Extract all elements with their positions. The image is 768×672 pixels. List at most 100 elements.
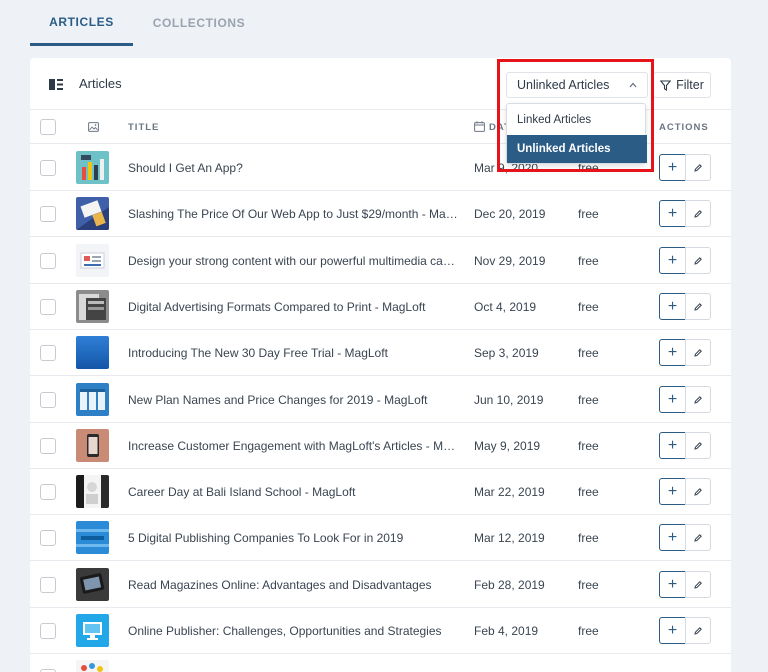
article-title[interactable]: Digital Advertising Formats Compared to … <box>128 300 458 314</box>
article-date: Mar 12, 2019 <box>474 531 545 545</box>
article-date: Jun 10, 2019 <box>474 393 544 407</box>
edit-article-button[interactable] <box>685 478 711 505</box>
link-article-button[interactable]: + <box>659 154 686 181</box>
article-price: free <box>578 439 599 453</box>
article-title[interactable]: New Plan Names and Price Changes for 201… <box>128 393 458 407</box>
article-date: Feb 28, 2019 <box>474 578 545 592</box>
table-row: Career Day at Bali Island School - MagLo… <box>30 469 731 515</box>
plus-icon: + <box>667 390 678 408</box>
option-unlinked-articles[interactable]: Unlinked Articles <box>507 135 647 163</box>
article-date: Dec 20, 2019 <box>474 207 546 221</box>
plus-icon: + <box>667 204 678 222</box>
calendar-icon <box>474 121 485 132</box>
edit-article-button[interactable] <box>685 293 711 320</box>
list-icon <box>49 79 63 90</box>
edit-article-button[interactable] <box>685 247 711 274</box>
table-row <box>30 654 731 672</box>
chevron-up-icon <box>629 82 637 88</box>
row-checkbox[interactable] <box>40 160 56 176</box>
link-status-select[interactable]: Unlinked Articles <box>506 72 648 98</box>
image-icon <box>88 122 99 132</box>
edit-article-button[interactable] <box>685 339 711 366</box>
edit-article-button[interactable] <box>685 524 711 551</box>
article-title[interactable]: Should I Get An App? <box>128 161 458 175</box>
article-price: free <box>578 300 599 314</box>
article-price: free <box>578 393 599 407</box>
article-title[interactable]: Career Day at Bali Island School - MagLo… <box>128 485 458 499</box>
article-date: Sep 3, 2019 <box>474 346 539 360</box>
tab-collections[interactable]: COLLECTIONS <box>133 0 265 46</box>
pencil-icon <box>694 256 702 265</box>
article-thumbnail <box>76 475 109 508</box>
pencil-icon <box>694 302 702 311</box>
link-article-button[interactable]: + <box>659 293 686 320</box>
pencil-icon <box>694 348 702 357</box>
plus-icon: + <box>667 621 678 639</box>
edit-article-button[interactable] <box>685 571 711 598</box>
edit-article-button[interactable] <box>685 617 711 644</box>
row-checkbox[interactable] <box>40 345 56 361</box>
edit-article-button[interactable] <box>685 154 711 181</box>
tab-bar: ARTICLES COLLECTIONS <box>30 0 265 46</box>
article-title[interactable]: Design your strong content with our powe… <box>128 254 458 268</box>
link-article-button[interactable]: + <box>659 386 686 413</box>
article-price: free <box>578 254 599 268</box>
table-row: New Plan Names and Price Changes for 201… <box>30 377 731 423</box>
article-title[interactable]: Increase Customer Engagement with MagLof… <box>128 439 458 453</box>
article-date: May 9, 2019 <box>474 439 541 453</box>
table-row: Introducing The New 30 Day Free Trial - … <box>30 330 731 376</box>
plus-icon: + <box>667 575 678 593</box>
table-row: 5 Digital Publishing Companies To Look F… <box>30 515 731 561</box>
row-checkbox[interactable] <box>40 392 56 408</box>
plus-icon: + <box>667 251 678 269</box>
option-linked-articles[interactable]: Linked Articles <box>507 106 647 134</box>
article-title[interactable]: Slashing The Price Of Our Web App to Jus… <box>128 207 458 221</box>
column-title[interactable]: TITLE <box>128 122 159 133</box>
link-article-button[interactable]: + <box>659 478 686 505</box>
link-article-button[interactable]: + <box>659 339 686 366</box>
tab-articles[interactable]: ARTICLES <box>30 0 133 46</box>
article-title[interactable]: Online Publisher: Challenges, Opportunit… <box>128 624 458 638</box>
link-status-dropdown: Linked Articles Unlinked Articles <box>506 103 647 164</box>
row-checkbox[interactable] <box>40 530 56 546</box>
link-article-button[interactable]: + <box>659 571 686 598</box>
link-article-button[interactable]: + <box>659 617 686 644</box>
article-date: Oct 4, 2019 <box>474 300 537 314</box>
row-checkbox[interactable] <box>40 623 56 639</box>
article-title[interactable]: 5 Digital Publishing Companies To Look F… <box>128 531 458 545</box>
row-checkbox[interactable] <box>40 253 56 269</box>
row-checkbox[interactable] <box>40 577 56 593</box>
edit-article-button[interactable] <box>685 386 711 413</box>
article-thumbnail <box>76 614 109 647</box>
link-article-button[interactable]: + <box>659 200 686 227</box>
article-price: free <box>578 624 599 638</box>
row-checkbox[interactable] <box>40 299 56 315</box>
pencil-icon <box>694 626 702 635</box>
article-thumbnail <box>76 197 109 230</box>
article-thumbnail <box>76 660 109 672</box>
row-checkbox[interactable] <box>40 206 56 222</box>
plus-icon: + <box>667 482 678 500</box>
article-thumbnail <box>76 568 109 601</box>
article-price: free <box>578 346 599 360</box>
edit-article-button[interactable] <box>685 200 711 227</box>
card-title: Articles <box>79 76 122 91</box>
filter-button[interactable]: Filter <box>653 72 711 98</box>
table-row: Slashing The Price Of Our Web App to Jus… <box>30 191 731 237</box>
link-article-button[interactable]: + <box>659 247 686 274</box>
link-article-button[interactable]: + <box>659 524 686 551</box>
select-all-checkbox[interactable] <box>40 119 56 135</box>
pencil-icon <box>694 487 702 496</box>
article-title[interactable]: Introducing The New 30 Day Free Trial - … <box>128 346 458 360</box>
link-article-button[interactable]: + <box>659 432 686 459</box>
article-title[interactable]: Read Magazines Online: Advantages and Di… <box>128 578 458 592</box>
row-checkbox[interactable] <box>40 484 56 500</box>
plus-icon: + <box>667 436 678 454</box>
table-row: Increase Customer Engagement with MagLof… <box>30 423 731 469</box>
row-checkbox[interactable] <box>40 438 56 454</box>
edit-article-button[interactable] <box>685 432 711 459</box>
table-row: Digital Advertising Formats Compared to … <box>30 284 731 330</box>
article-thumbnail <box>76 336 109 369</box>
article-date: Nov 29, 2019 <box>474 254 546 268</box>
plus-icon: + <box>667 158 678 176</box>
